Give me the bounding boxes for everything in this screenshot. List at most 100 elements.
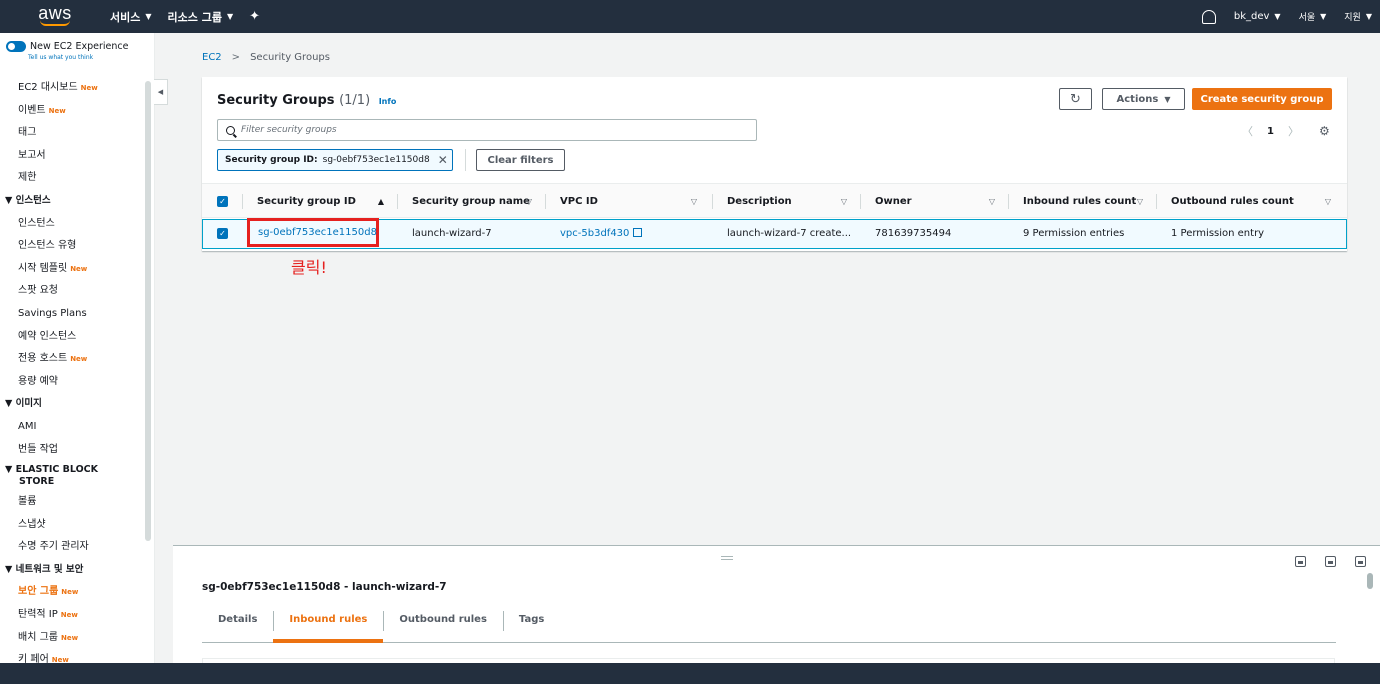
column-separator [712, 194, 713, 209]
sidebar-item[interactable]: 보안 그룹 New [0, 581, 140, 604]
split-side-icon[interactable] [1325, 556, 1336, 567]
pin-icon[interactable]: ✦ [249, 9, 260, 24]
sidebar-section-header[interactable]: ▼ 이미지 [0, 393, 140, 416]
column-inbound-rules-count[interactable]: Inbound rules count ▽ [1023, 184, 1143, 219]
search-input[interactable]: Filter security groups [217, 119, 757, 141]
tab-details[interactable]: Details [202, 608, 273, 642]
sidebar-section-header[interactable]: ▼ 인스턴스 [0, 190, 140, 213]
column-security-group-name[interactable]: Security group name ▽ [412, 184, 532, 219]
column-owner[interactable]: Owner ▽ [875, 184, 995, 219]
filter-token-key: Security group ID: [225, 155, 318, 165]
clear-filters-button[interactable]: Clear filters [476, 149, 565, 171]
tab-outbound-rules[interactable]: Outbound rules [383, 608, 503, 642]
sidebar-item[interactable]: 인스턴스 [0, 213, 140, 236]
sidebar-item[interactable]: 전용 호스트 New [0, 348, 140, 371]
column-outbound-rules-count[interactable]: Outbound rules count ▽ [1171, 184, 1331, 219]
sidebar-item[interactable]: EC2 대시보드 New [0, 77, 140, 100]
sidebar-item[interactable]: 시작 템플릿 New [0, 258, 140, 281]
sidebar-item[interactable]: AMI [0, 416, 140, 439]
split-full-icon[interactable] [1355, 556, 1366, 567]
sidebar-nav: EC2 대시보드 New 이벤트 New 태그 보고서제한 ▼ 인스턴스인스턴스인스턴스 유… [0, 77, 140, 663]
security-group-id-link[interactable]: sg-0ebf753ec1e1150d8 [247, 218, 379, 247]
sidebar-section-label: ▼ 인스턴스 [5, 194, 51, 206]
sidebar-item[interactable]: 태그 [0, 122, 140, 145]
chevron-down-icon: ▼ [1274, 12, 1281, 21]
column-separator [1008, 194, 1009, 209]
sidebar-item[interactable]: 볼륨 [0, 491, 140, 514]
sidebar-item[interactable]: 예약 인스턴스 [0, 326, 140, 349]
tab-tags[interactable]: Tags [502, 608, 560, 642]
split-panel-scrollbar[interactable] [1367, 573, 1373, 589]
sidebar-item[interactable]: 인스턴스 유형 [0, 235, 140, 258]
column-security-group-id[interactable]: Security group ID ▲ [257, 184, 384, 219]
feedback-link[interactable]: Tell us what you think [28, 54, 154, 61]
sidebar-item[interactable]: 수명 주기 관리자 [0, 536, 140, 559]
sidebar-section-header[interactable]: ▼ 네트워크 및 보안 [0, 559, 140, 582]
sidebar-scrollbar[interactable] [145, 81, 151, 541]
sidebar-item-label: AMI [18, 420, 37, 432]
chevron-right-icon[interactable]: 〉 [1288, 123, 1299, 139]
region-menu[interactable]: 서울 ▼ [1299, 10, 1327, 23]
sidebar-item[interactable]: 배치 그룹 New [0, 627, 140, 650]
column-label: Outbound rules count [1171, 196, 1294, 207]
account-menu[interactable]: bk_dev ▼ [1234, 11, 1281, 22]
info-link[interactable]: Info [379, 97, 397, 106]
account-label: bk_dev [1233, 11, 1270, 22]
sidebar-item-label: 인스턴스 유형 [18, 240, 77, 252]
sidebar-item[interactable]: Savings Plans [0, 303, 140, 326]
new-badge: New [48, 106, 66, 115]
chevron-down-icon: ▼ [1320, 12, 1327, 21]
resource-groups-menu[interactable]: 리소스 그룹 ▼ [168, 9, 234, 25]
sidebar-item[interactable]: 키 페어 New [0, 649, 140, 663]
support-label: 지원 [1344, 13, 1361, 23]
create-security-group-button[interactable]: Create security group [1192, 88, 1332, 110]
refresh-button[interactable]: ↻ [1059, 88, 1092, 110]
sidebar-item[interactable]: 스냅샷 [0, 514, 140, 537]
bell-icon[interactable] [1201, 9, 1216, 24]
tab-inbound-rules[interactable]: Inbound rules [273, 608, 384, 643]
services-menu[interactable]: 서비스 ▼ [110, 9, 152, 25]
sidebar-item[interactable]: 스팟 요청 [0, 280, 140, 303]
row-checkbox[interactable]: ✓ [217, 228, 228, 239]
collapse-sidebar-button[interactable]: ◀ [154, 79, 168, 105]
column-separator [242, 194, 243, 209]
page-number[interactable]: 1 [1267, 126, 1274, 137]
support-menu[interactable]: 지원 ▼ [1344, 10, 1372, 23]
split-bottom-icon[interactable] [1295, 556, 1306, 567]
sidebar-section-header[interactable]: ▼ ELASTIC BLOCK STORE [0, 461, 140, 491]
sidebar-item[interactable]: 보고서 [0, 145, 140, 168]
breadcrumb-separator: > [231, 52, 241, 63]
gear-icon[interactable]: ⚙ [1319, 124, 1330, 138]
aws-logo[interactable]: aws [0, 0, 110, 33]
sort-icon: ▽ [690, 197, 697, 206]
actions-button[interactable]: Actions ▼ [1102, 88, 1185, 110]
breadcrumb-current: Security Groups [250, 52, 330, 63]
column-separator [860, 194, 861, 209]
column-vpc-id[interactable]: VPC ID ▽ [560, 184, 697, 219]
chevron-left-icon[interactable]: 〈 [1242, 123, 1253, 139]
vpc-id-link[interactable]: vpc-5b3df430 [560, 220, 643, 248]
new-badge: New [60, 611, 78, 620]
close-icon[interactable]: ✕ [438, 153, 448, 167]
sort-icon: ▽ [525, 197, 532, 206]
sidebar-item[interactable]: 번들 작업 [0, 439, 140, 462]
breadcrumb-ec2[interactable]: EC2 [202, 52, 222, 63]
sidebar-item-label: 제한 [18, 172, 37, 184]
table-row[interactable]: ✓ sg-0ebf753ec1e1150d8 launch-wizard-7 v… [202, 218, 1347, 249]
details-split-panel: sg-0ebf753ec1e1150d8 - launch-wizard-7 D… [173, 545, 1380, 663]
drag-handle-icon[interactable] [721, 556, 733, 560]
breadcrumb: EC2 > Security Groups [202, 52, 330, 63]
refresh-icon: ↻ [1070, 91, 1081, 107]
sidebar-item[interactable]: 제한 [0, 167, 140, 190]
column-separator [545, 194, 546, 209]
sidebar-item[interactable]: 용량 예약 [0, 371, 140, 394]
select-all-checkbox[interactable]: ✓ [217, 196, 228, 207]
sidebar-item-label: 배치 그룹 [18, 631, 58, 643]
sidebar-item-label: 볼륨 [18, 496, 37, 508]
new-experience-label: New EC2 Experience [30, 41, 129, 52]
new-experience-toggle[interactable] [6, 41, 26, 52]
sidebar-item[interactable]: 탄력적 IP New [0, 604, 140, 627]
column-description[interactable]: Description ▽ [727, 184, 847, 219]
sidebar-item[interactable]: 이벤트 New [0, 100, 140, 123]
new-badge: New [70, 264, 88, 273]
